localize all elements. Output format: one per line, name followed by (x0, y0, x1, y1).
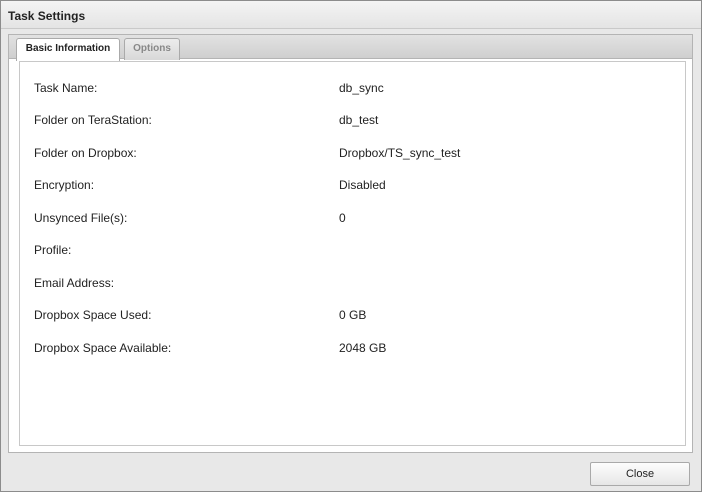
field-label: Dropbox Space Available: (34, 341, 172, 355)
field-value: 0 GB (339, 308, 367, 322)
dialog-title: Task Settings (8, 9, 86, 23)
field-label: Encryption: (34, 178, 95, 192)
field-label: Folder on Dropbox: (34, 146, 137, 160)
task-settings-dialog: Task Settings Basic Information Options … (0, 0, 702, 492)
tab-strip: Basic Information Options (9, 35, 692, 61)
field-label: Dropbox Space Used: (34, 308, 152, 322)
field-value: 0 (339, 211, 346, 225)
field-label: Email Address: (34, 276, 115, 290)
field-label: Profile: (34, 243, 72, 257)
close-button[interactable]: Close (590, 462, 690, 486)
dialog-titlebar: Task Settings (1, 1, 701, 29)
tab-options[interactable]: Options (124, 38, 180, 60)
field-value: db_sync (339, 81, 384, 95)
tab-basic-information[interactable]: Basic Information (16, 38, 120, 61)
field-label: Unsynced File(s): (34, 211, 128, 225)
tab-label: Basic Information (25, 43, 111, 54)
field-value: 2048 GB (339, 341, 387, 355)
field-value: Dropbox/TS_sync_test (339, 146, 461, 160)
field-label: Task Name: (34, 81, 98, 95)
field-value: Disabled (339, 178, 386, 192)
basic-information-content: Task Name: db_sync Folder on TeraStation… (19, 61, 686, 446)
field-value: db_test (339, 113, 379, 127)
tab-label: Options (133, 43, 171, 54)
tab-panel: Basic Information Options Task Name: db_… (8, 34, 693, 453)
field-label: Folder on TeraStation: (34, 113, 152, 127)
dialog-footer: Close (1, 457, 701, 491)
